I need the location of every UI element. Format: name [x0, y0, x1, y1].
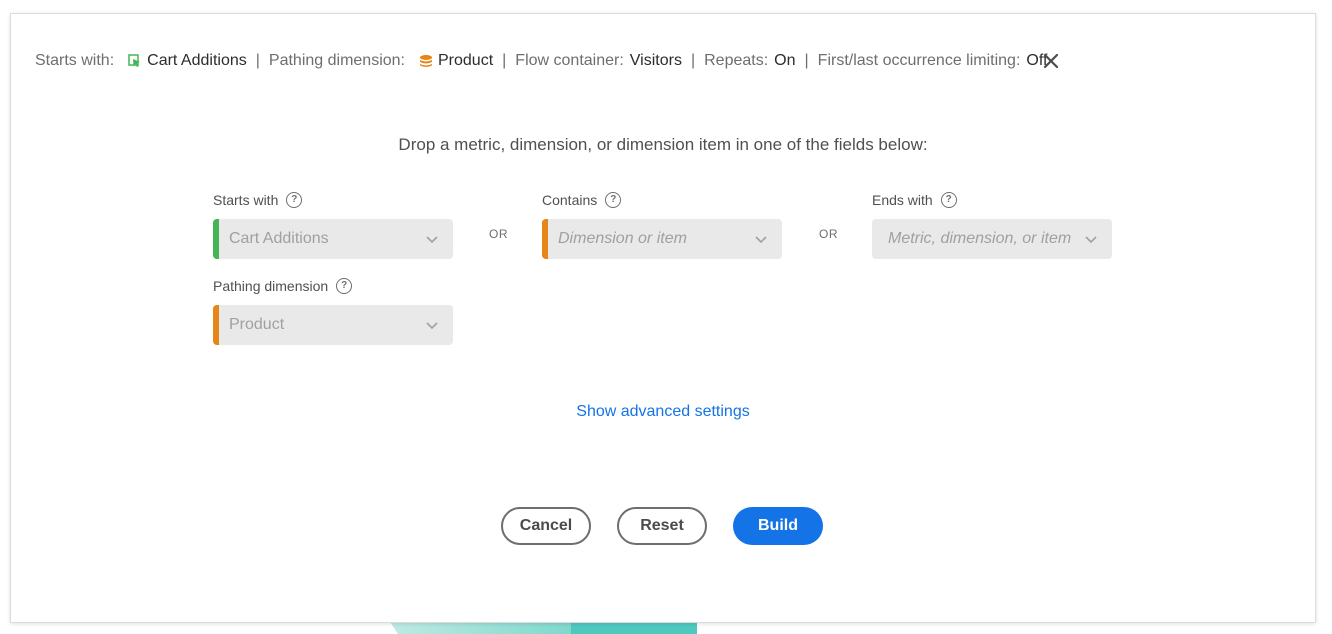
summary-limiting-label: First/last occurrence limiting:: [817, 52, 1021, 69]
pathing-dimension-dropdown[interactable]: Product: [213, 305, 453, 345]
ends-with-label-text: Ends with: [872, 192, 933, 208]
summary-separator: |: [690, 52, 696, 69]
close-button[interactable]: [1041, 51, 1061, 71]
background-flow-shape: [390, 622, 572, 634]
drop-instruction: Drop a metric, dimension, or dimension i…: [398, 135, 928, 154]
summary-repeats-value: On: [774, 52, 796, 69]
flow-settings-panel: Starts with: Cart Additions | Pathing di…: [10, 13, 1316, 623]
summary-repeats-label: Repeats:: [704, 52, 769, 69]
pathing-dimension-label: Pathing dimension ?: [213, 277, 353, 295]
summary-starts-with-value: Cart Additions: [147, 52, 247, 69]
pathing-dimension-label-text: Pathing dimension: [213, 278, 329, 294]
starts-with-dropdown[interactable]: Cart Additions: [213, 219, 453, 259]
dimension-icon: [419, 54, 433, 68]
summary-separator: |: [804, 52, 809, 69]
summary-pathing-value: Product: [438, 52, 494, 69]
or-label: OR: [819, 227, 838, 241]
background-flow-shape: [571, 622, 697, 634]
pathing-dimension-value: Product: [229, 316, 285, 333]
close-icon: [1043, 53, 1059, 69]
help-icon[interactable]: ?: [286, 192, 303, 208]
ends-with-placeholder: Metric, dimension, or item: [888, 230, 1072, 247]
show-advanced-settings-link[interactable]: Show advanced settings: [11, 403, 1315, 421]
settings-summary: Starts with: Cart Additions | Pathing di…: [35, 50, 1047, 72]
reset-button[interactable]: Reset: [617, 507, 707, 545]
or-label: OR: [489, 227, 508, 241]
starts-with-label: Starts with ?: [213, 191, 303, 209]
contains-label: Contains ?: [542, 191, 622, 209]
help-icon[interactable]: ?: [940, 192, 957, 208]
summary-pathing-label: Pathing dimension:: [268, 52, 405, 69]
summary-flow-label: Flow container:: [515, 52, 624, 69]
summary-separator: |: [255, 52, 260, 69]
cancel-button[interactable]: Cancel: [501, 507, 591, 545]
chevron-down-icon: [1085, 236, 1097, 244]
summary-starts-with-label: Starts with:: [35, 52, 115, 69]
build-button[interactable]: Build: [733, 507, 823, 545]
chevron-down-icon: [755, 236, 767, 244]
summary-separator: |: [502, 52, 507, 69]
chevron-down-icon: [426, 236, 438, 244]
summary-flow-value: Visitors: [629, 52, 682, 69]
help-icon[interactable]: ?: [336, 278, 353, 294]
starts-with-label-text: Starts with: [213, 192, 279, 208]
contains-dropdown[interactable]: Dimension or item: [542, 219, 782, 259]
contains-label-text: Contains: [542, 192, 598, 208]
ends-with-label: Ends with ?: [872, 191, 957, 209]
metric-icon: [128, 54, 142, 68]
starts-with-value: Cart Additions: [229, 230, 329, 247]
chevron-down-icon: [426, 322, 438, 330]
help-icon[interactable]: ?: [605, 192, 622, 208]
contains-placeholder: Dimension or item: [558, 230, 687, 247]
ends-with-dropdown[interactable]: Metric, dimension, or item: [872, 219, 1112, 259]
